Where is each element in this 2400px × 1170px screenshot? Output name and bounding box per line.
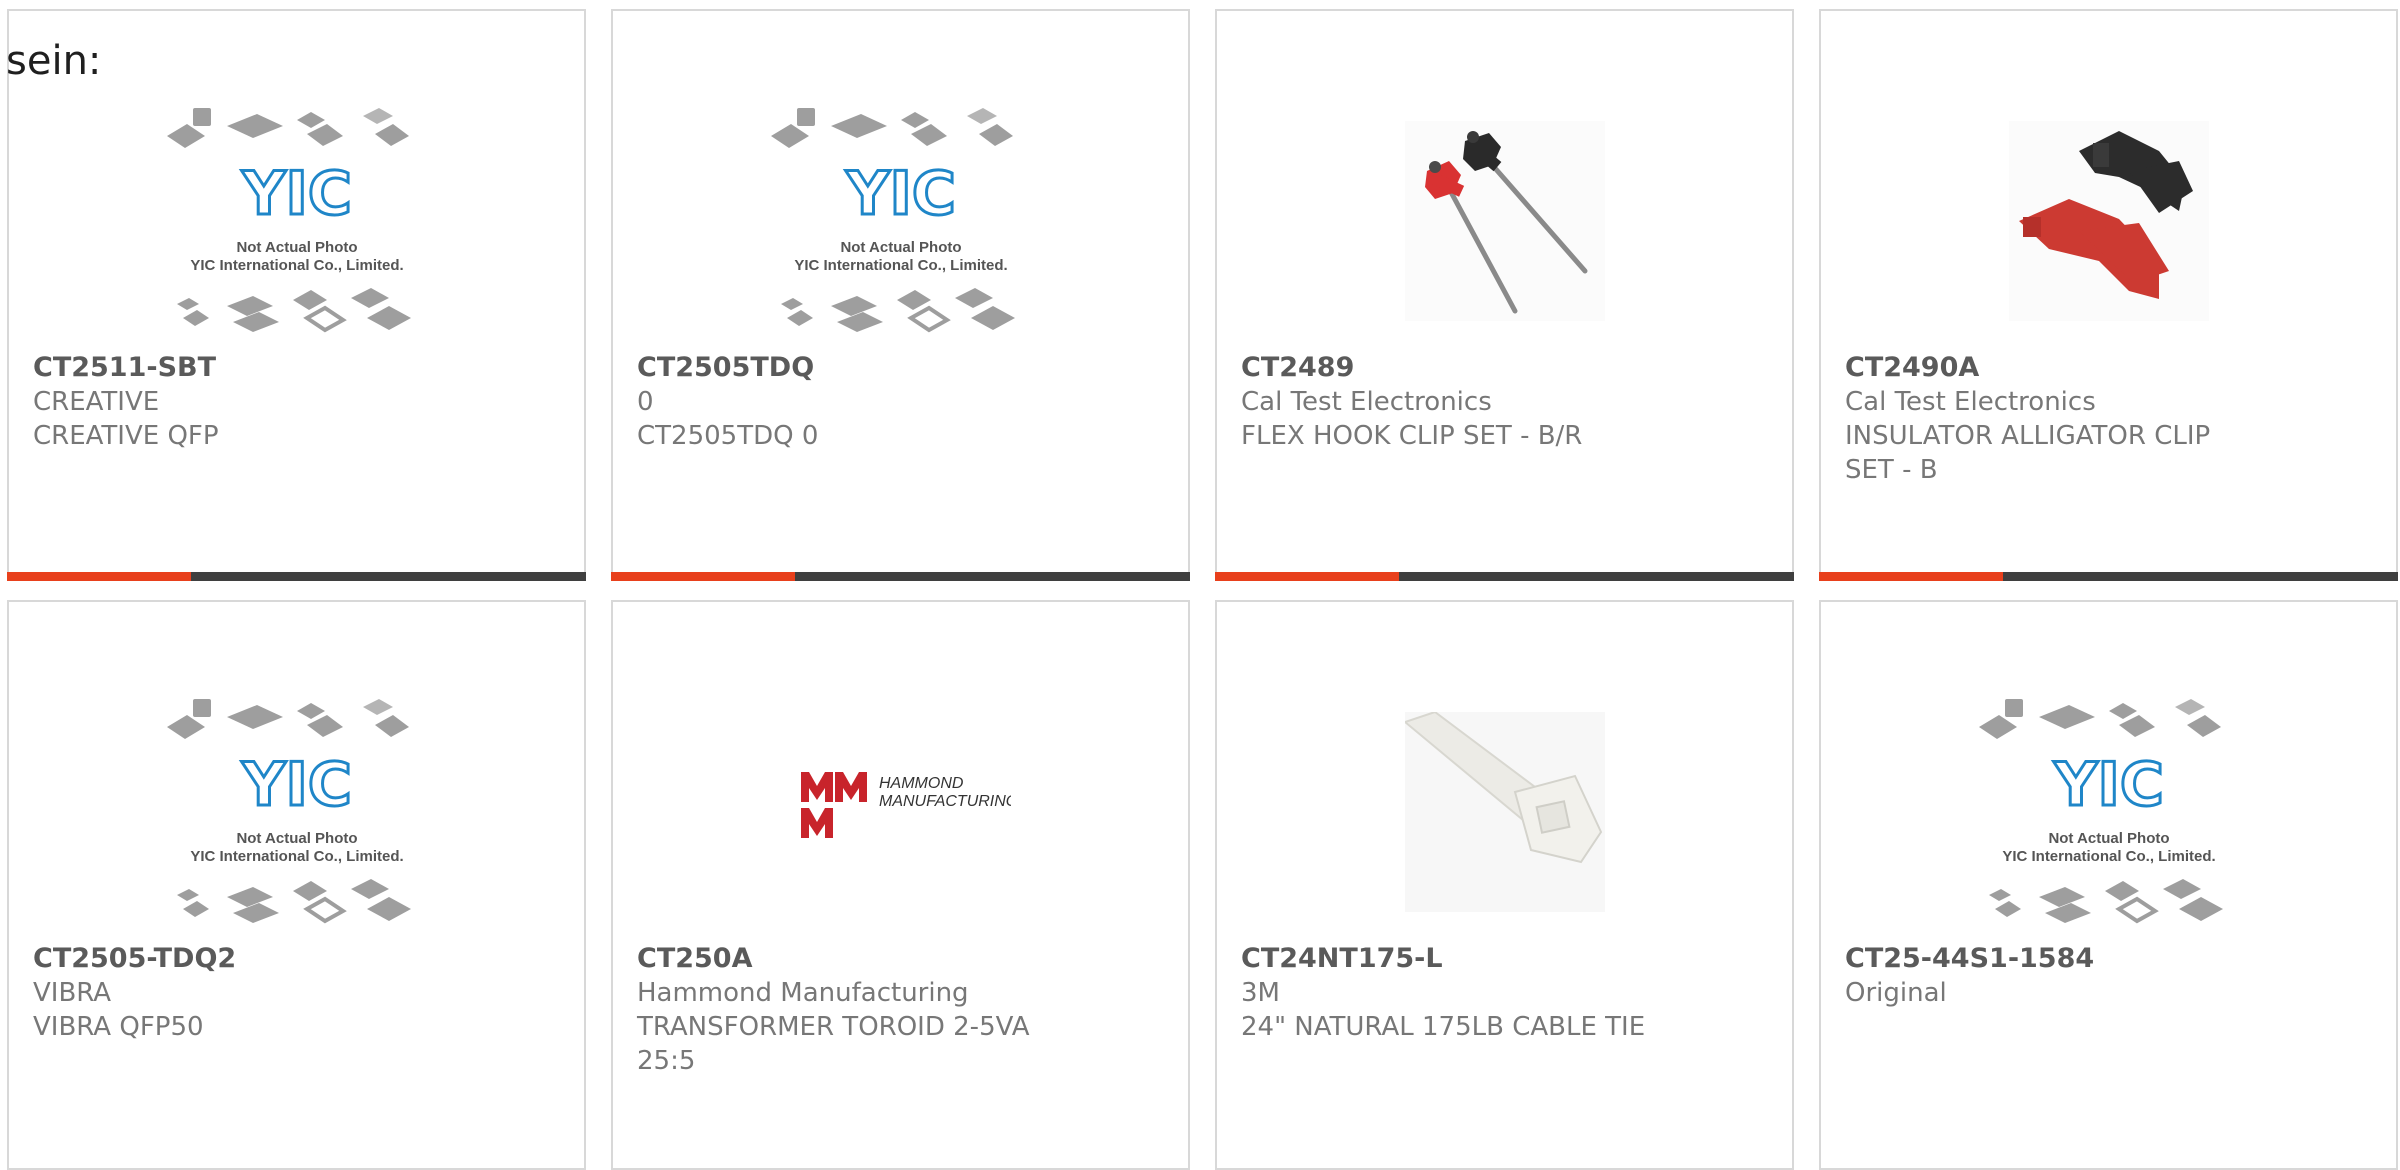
product-info: CT2489 Cal Test Electronics FLEX HOOK CL… — [1241, 351, 1661, 453]
product-card[interactable]: YIC Not Actual Photo YIC International C… — [1819, 600, 2398, 1170]
card-accent-bar — [1819, 572, 2003, 581]
card-bottom-bar — [611, 572, 1190, 581]
svg-text:YIC: YIC — [845, 159, 956, 229]
description: INSULATOR ALLIGATOR CLIP SET - B — [1845, 421, 2211, 485]
manufacturer: Cal Test Electronics — [1845, 387, 2096, 417]
svg-text:YIC International Co., Limited: YIC International Co., Limited. — [190, 848, 403, 865]
product-info: CT2490A Cal Test Electronics INSULATOR A… — [1845, 351, 2265, 487]
product-card[interactable]: HAMMOND MANUFACTURING. CT250A Hammond Ma… — [611, 600, 1190, 1170]
svg-text:Not Actual Photo: Not Actual Photo — [236, 239, 357, 256]
manufacturer: VIBRA — [33, 978, 112, 1008]
product-grid: YIC Not Actual Photo YIC International C… — [0, 0, 2400, 1170]
part-number[interactable]: CT250A — [637, 942, 1057, 976]
svg-text:YIC International Co., Limited: YIC International Co., Limited. — [794, 257, 1007, 274]
svg-text:HAMMOND: HAMMOND — [879, 775, 964, 792]
card-bottom-bar — [7, 572, 586, 581]
svg-text:YIC: YIC — [241, 750, 352, 820]
svg-text:MANUFACTURING.: MANUFACTURING. — [879, 793, 1011, 810]
yic-placeholder-image: YIC Not Actual Photo YIC International C… — [1978, 699, 2223, 924]
description: 24" NATURAL 175LB CABLE TIE — [1241, 1012, 1646, 1042]
svg-text:YIC: YIC — [2053, 750, 2164, 820]
card-accent-bar — [611, 572, 795, 581]
part-number[interactable]: CT2490A — [1845, 351, 2265, 385]
part-number[interactable]: CT2489 — [1241, 351, 1661, 385]
yic-placeholder-image: YIC Not Actual Photo YIC International C… — [166, 108, 411, 333]
manufacturer: Hammond Manufacturing — [637, 978, 969, 1008]
product-image[interactable]: YIC Not Actual Photo YIC International C… — [613, 91, 1188, 351]
product-image[interactable]: HAMMOND MANUFACTURING. — [613, 682, 1188, 942]
product-card[interactable]: YIC Not Actual Photo YIC International C… — [7, 9, 586, 581]
product-card[interactable]: CT2489 Cal Test Electronics FLEX HOOK CL… — [1215, 9, 1794, 581]
svg-text:YIC International Co., Limited: YIC International Co., Limited. — [190, 257, 403, 274]
product-info: CT2511-SBT CREATIVE CREATIVE QFP — [33, 351, 453, 453]
manufacturer: CREATIVE — [33, 387, 160, 417]
page-label: sein: — [6, 38, 102, 84]
product-info: CT2505-TDQ2 VIBRA VIBRA QFP50 — [33, 942, 453, 1044]
part-number[interactable]: CT24NT175-L — [1241, 942, 1661, 976]
cable-tie-photo — [1404, 712, 1605, 912]
svg-text:YIC International Co., Limited: YIC International Co., Limited. — [2002, 848, 2215, 865]
product-card[interactable]: CT2490A Cal Test Electronics INSULATOR A… — [1819, 9, 2398, 581]
description: VIBRA QFP50 — [33, 1012, 204, 1042]
svg-text:YIC: YIC — [241, 159, 352, 229]
svg-text:Not Actual Photo: Not Actual Photo — [840, 239, 961, 256]
alligator-clips-photo — [2008, 121, 2209, 321]
product-image[interactable]: YIC Not Actual Photo YIC International C… — [9, 682, 584, 942]
product-image[interactable]: YIC Not Actual Photo YIC International C… — [1821, 682, 2396, 942]
product-card[interactable]: CT24NT175-L 3M 24" NATURAL 175LB CABLE T… — [1215, 600, 1794, 1170]
card-accent-bar — [1215, 572, 1399, 581]
manufacturer: Original — [1845, 978, 1947, 1008]
product-info: CT24NT175-L 3M 24" NATURAL 175LB CABLE T… — [1241, 942, 1661, 1044]
product-info: CT250A Hammond Manufacturing TRANSFORMER… — [637, 942, 1057, 1078]
manufacturer: 0 — [637, 387, 654, 417]
manufacturer: 3M — [1241, 978, 1280, 1008]
part-number[interactable]: CT2511-SBT — [33, 351, 453, 385]
yic-placeholder-image: YIC Not Actual Photo YIC International C… — [770, 108, 1015, 333]
manufacturer: Cal Test Electronics — [1241, 387, 1492, 417]
product-image[interactable] — [1217, 682, 1792, 942]
description: CT2505TDQ 0 — [637, 421, 819, 451]
card-bottom-bar — [1215, 572, 1794, 581]
part-number[interactable]: CT2505TDQ — [637, 351, 1057, 385]
description: TRANSFORMER TOROID 2-5VA 25:5 — [637, 1012, 1030, 1076]
product-card[interactable]: YIC Not Actual Photo YIC International C… — [611, 9, 1190, 581]
product-info: CT25-44S1-1584 Original — [1845, 942, 2265, 1010]
card-bottom-bar — [1819, 572, 2398, 581]
description: CREATIVE QFP — [33, 421, 219, 451]
part-number[interactable]: CT2505-TDQ2 — [33, 942, 453, 976]
product-image[interactable]: YIC Not Actual Photo YIC International C… — [9, 91, 584, 351]
hammond-logo-image: HAMMOND MANUFACTURING. — [800, 772, 1011, 838]
product-image[interactable] — [1217, 91, 1792, 351]
part-number[interactable]: CT25-44S1-1584 — [1845, 942, 2265, 976]
description: FLEX HOOK CLIP SET - B/R — [1241, 421, 1583, 451]
product-info: CT2505TDQ 0 CT2505TDQ 0 — [637, 351, 1057, 453]
svg-text:Not Actual Photo: Not Actual Photo — [2048, 830, 2169, 847]
svg-text:Not Actual Photo: Not Actual Photo — [236, 830, 357, 847]
yic-placeholder-image: YIC Not Actual Photo YIC International C… — [166, 699, 411, 924]
hook-clips-photo — [1404, 121, 1605, 321]
card-accent-bar — [7, 572, 191, 581]
product-card[interactable]: YIC Not Actual Photo YIC International C… — [7, 600, 586, 1170]
product-image[interactable] — [1821, 91, 2396, 351]
